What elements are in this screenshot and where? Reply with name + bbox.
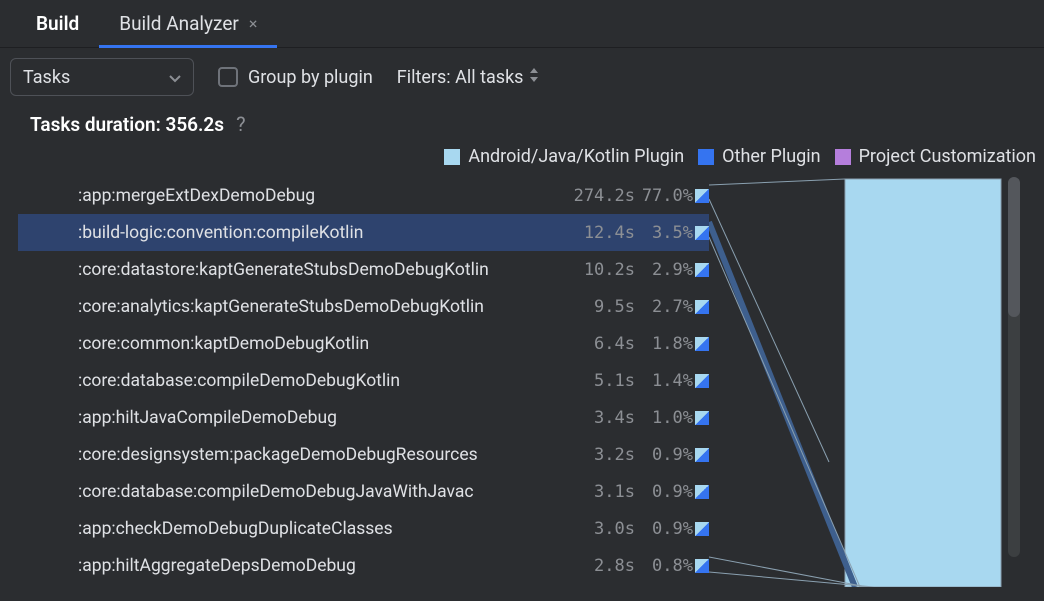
task-percent: 0.9% bbox=[635, 519, 695, 539]
swatch-other-icon bbox=[698, 149, 714, 165]
task-name: :core:analytics:kaptGenerateStubsDemoDeb… bbox=[78, 297, 565, 317]
tab-build-analyzer[interactable]: Build Analyzer × bbox=[99, 0, 277, 47]
task-mini-swatch-icon bbox=[695, 189, 709, 203]
legend-other-label: Other Plugin bbox=[722, 146, 820, 167]
task-row[interactable]: :core:designsystem:packageDemoDebugResou… bbox=[18, 436, 709, 473]
close-icon[interactable]: × bbox=[249, 14, 258, 33]
scrollbar-thumb[interactable] bbox=[1008, 177, 1020, 317]
tab-analyzer-label: Build Analyzer bbox=[119, 12, 239, 35]
filters-label: Filters: All tasks bbox=[397, 67, 524, 88]
task-row[interactable]: :app:hiltJavaCompileDemoDebug3.4s1.0% bbox=[18, 399, 709, 436]
task-name: :core:designsystem:packageDemoDebugResou… bbox=[78, 445, 565, 465]
legend-project: Project Customization bbox=[835, 146, 1036, 167]
tab-build-label: Build bbox=[36, 12, 79, 35]
task-time: 10.2s bbox=[565, 260, 635, 280]
legend: Android/Java/Kotlin Plugin Other Plugin … bbox=[0, 142, 1044, 177]
sort-icon bbox=[529, 68, 539, 86]
task-mini-swatch-icon bbox=[695, 522, 709, 536]
task-percent: 3.5% bbox=[635, 223, 695, 243]
task-name: :app:hiltJavaCompileDemoDebug bbox=[78, 408, 565, 428]
task-mini-swatch-icon bbox=[695, 559, 709, 573]
task-percent: 0.9% bbox=[635, 482, 695, 502]
group-by-plugin-label: Group by plugin bbox=[248, 67, 373, 88]
task-percent: 77.0% bbox=[635, 186, 695, 206]
task-mini-swatch-icon bbox=[695, 263, 709, 277]
task-row[interactable]: :core:database:compileDemoDebugKotlin5.1… bbox=[18, 362, 709, 399]
help-icon[interactable]: ? bbox=[236, 112, 245, 136]
swatch-project-icon bbox=[835, 149, 851, 165]
task-name: :app:checkDemoDebugDuplicateClasses bbox=[78, 519, 565, 539]
view-select-label: Tasks bbox=[23, 67, 70, 88]
task-mini-swatch-icon bbox=[695, 374, 709, 388]
task-name: :core:datastore:kaptGenerateStubsDemoDeb… bbox=[78, 260, 565, 280]
swatch-android-icon bbox=[444, 149, 460, 165]
task-mini-swatch-icon bbox=[695, 448, 709, 462]
checkbox-box bbox=[218, 67, 238, 87]
tasks-duration-label: Tasks duration: 356.2s bbox=[30, 113, 224, 136]
toolbar: Tasks Group by plugin Filters: All tasks bbox=[0, 48, 1044, 102]
task-percent: 1.0% bbox=[635, 408, 695, 428]
task-mini-swatch-icon bbox=[695, 337, 709, 351]
legend-android-label: Android/Java/Kotlin Plugin bbox=[468, 146, 684, 167]
task-percent: 0.9% bbox=[635, 445, 695, 465]
task-time: 5.1s bbox=[565, 371, 635, 391]
task-mini-swatch-icon bbox=[695, 226, 709, 240]
chevron-down-icon bbox=[169, 67, 181, 88]
legend-other: Other Plugin bbox=[698, 146, 820, 167]
tab-build[interactable]: Build bbox=[16, 0, 99, 47]
task-row[interactable]: :core:analytics:kaptGenerateStubsDemoDeb… bbox=[18, 288, 709, 325]
task-mini-swatch-icon bbox=[695, 411, 709, 425]
group-by-plugin-checkbox[interactable]: Group by plugin bbox=[218, 67, 373, 88]
task-name: :core:database:compileDemoDebugJavaWithJ… bbox=[78, 482, 565, 502]
task-name: :app:hiltAggregateDepsDemoDebug bbox=[78, 556, 565, 576]
task-name: :app:mergeExtDexDemoDebug bbox=[78, 186, 565, 206]
task-row[interactable]: :core:database:compileDemoDebugJavaWithJ… bbox=[18, 473, 709, 510]
task-time: 3.0s bbox=[565, 519, 635, 539]
task-time: 3.2s bbox=[565, 445, 635, 465]
filters-dropdown[interactable]: Filters: All tasks bbox=[397, 67, 540, 88]
task-percent: 0.8% bbox=[635, 556, 695, 576]
stacked-chart bbox=[709, 177, 1024, 587]
legend-android: Android/Java/Kotlin Plugin bbox=[444, 146, 684, 167]
task-name: :build-logic:convention:compileKotlin bbox=[78, 223, 565, 243]
task-time: 274.2s bbox=[565, 186, 635, 206]
task-row[interactable]: :core:common:kaptDemoDebugKotlin6.4s1.8% bbox=[18, 325, 709, 362]
task-time: 3.4s bbox=[565, 408, 635, 428]
task-name: :core:database:compileDemoDebugKotlin bbox=[78, 371, 565, 391]
task-row[interactable]: :app:mergeExtDexDemoDebug274.2s77.0% bbox=[18, 177, 709, 214]
task-percent: 2.7% bbox=[635, 297, 695, 317]
task-time: 9.5s bbox=[565, 297, 635, 317]
task-time: 12.4s bbox=[565, 223, 635, 243]
task-row[interactable]: :app:hiltAggregateDepsDemoDebug2.8s0.8% bbox=[18, 547, 709, 584]
task-percent: 1.8% bbox=[635, 334, 695, 354]
duration-summary: Tasks duration: 356.2s ? bbox=[0, 102, 1044, 142]
task-mini-swatch-icon bbox=[695, 485, 709, 499]
tab-bar: Build Build Analyzer × bbox=[0, 0, 1044, 48]
task-row[interactable]: :build-logic:convention:compileKotlin12.… bbox=[18, 214, 709, 251]
legend-project-label: Project Customization bbox=[859, 146, 1036, 167]
task-time: 3.1s bbox=[565, 482, 635, 502]
content-area: :app:mergeExtDexDemoDebug274.2s77.0%:bui… bbox=[0, 177, 1044, 587]
task-percent: 1.4% bbox=[635, 371, 695, 391]
task-percent: 2.9% bbox=[635, 260, 695, 280]
task-time: 6.4s bbox=[565, 334, 635, 354]
task-row[interactable]: :core:datastore:kaptGenerateStubsDemoDeb… bbox=[18, 251, 709, 288]
tab-underline bbox=[99, 45, 277, 48]
task-mini-swatch-icon bbox=[695, 300, 709, 314]
task-time: 2.8s bbox=[565, 556, 635, 576]
task-list: :app:mergeExtDexDemoDebug274.2s77.0%:bui… bbox=[18, 177, 709, 584]
task-row[interactable]: :app:checkDemoDebugDuplicateClasses3.0s0… bbox=[18, 510, 709, 547]
view-select[interactable]: Tasks bbox=[10, 58, 194, 96]
task-name: :core:common:kaptDemoDebugKotlin bbox=[78, 334, 565, 354]
scrollbar[interactable] bbox=[1008, 177, 1020, 557]
